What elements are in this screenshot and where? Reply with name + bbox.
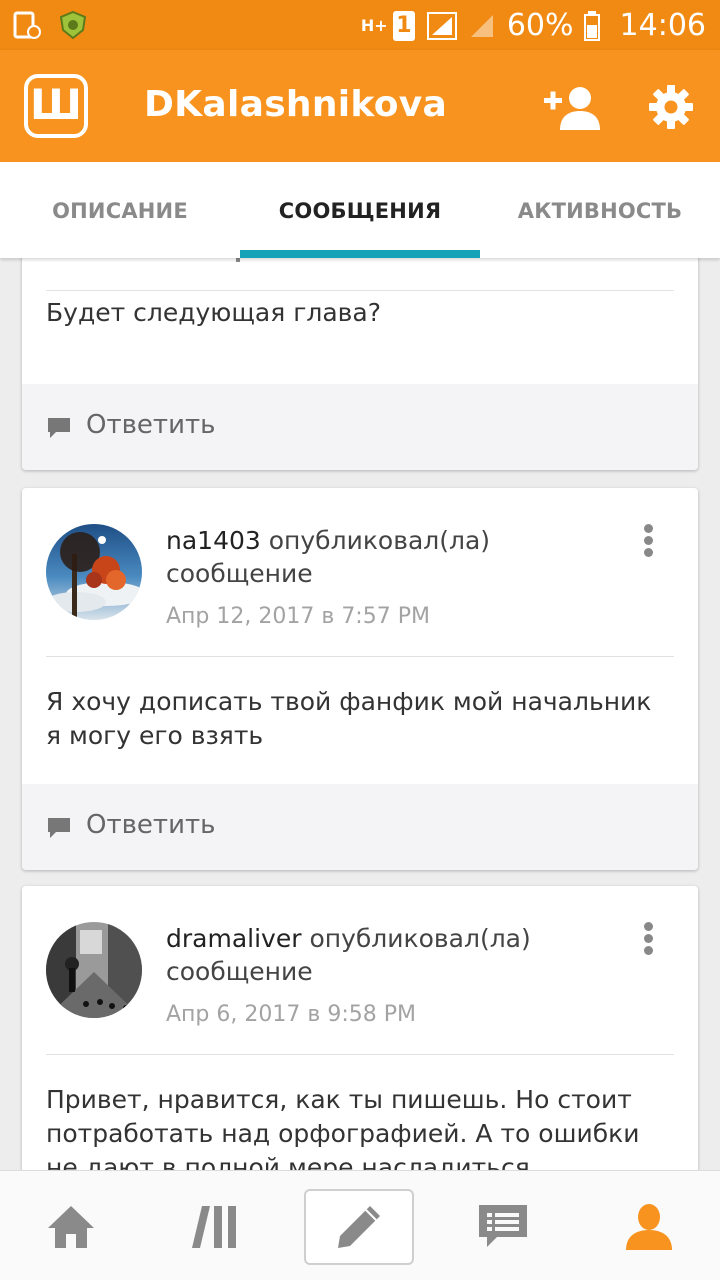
speech-bubble-icon [48,818,70,838]
tab-messages[interactable]: СООБЩЕНИЯ [240,162,480,258]
message-body: Привет, нравится, как ты пишешь. Но стои… [46,1085,640,1170]
nav-messages[interactable] [448,1189,558,1265]
username-link[interactable]: na1403 [166,526,261,555]
avatar[interactable] [46,922,142,1018]
message-card: na1403 опубликовал(ла) сообщение Апр 12,… [22,488,698,870]
username-link[interactable]: dramaliver [166,924,302,953]
profile-icon [626,1204,672,1250]
speech-bubble-icon [48,418,70,438]
page-title: DKalashnikova [144,84,448,125]
gear-icon[interactable] [648,84,694,130]
network-type-label: H+ [360,15,388,35]
add-user-icon[interactable] [542,84,600,130]
nav-profile[interactable] [594,1189,704,1265]
status-bar: H+ 1 60% 14:06 [0,0,720,50]
reply-button[interactable]: Ответить [22,784,698,870]
home-icon [48,1206,94,1248]
bottom-navigation [0,1170,720,1280]
app-notification-icon [59,10,87,40]
signal-icon-2 [470,14,493,37]
logo-letter: Ш [30,80,82,129]
tab-activity[interactable]: АКТИВНОСТЬ [480,162,720,258]
messages-icon [479,1205,527,1247]
app-bar: Ш DKalashnikova [0,50,720,162]
post-date: Апр 6, 2017 в 9:58 PM [166,1002,416,1027]
tab-bar: ОПИСАНИЕ СООБЩЕНИЯ АКТИВНОСТЬ [0,162,720,258]
tab-indicator [240,250,480,258]
divider [46,290,674,291]
clipped-text-fragment [236,258,240,262]
sim-badge: 1 [392,10,415,41]
message-card: Будет следующая глава? Ответить [22,258,698,470]
message-body: Я хочу дописать твой фанфик мой начальни… [46,687,652,750]
battery-percent: 60% [506,8,574,43]
wattpad-logo-icon[interactable]: Ш [24,74,88,138]
author-line: na1403 опубликовал(ла) сообщение [166,524,606,590]
write-pencil-icon [338,1206,380,1248]
author-line: dramaliver опубликовал(ла) сообщение [166,922,606,988]
reply-label: Ответить [86,410,216,440]
sd-card-icon [13,11,41,39]
reply-label: Ответить [86,810,216,840]
avatar[interactable] [46,524,142,620]
signal-icon [426,11,457,40]
vertical-dots-icon[interactable] [644,922,654,956]
nav-library[interactable] [160,1189,270,1265]
messages-feed[interactable]: Будет следующая глава? Ответить na1403 о… [0,258,720,1170]
reply-button[interactable]: Ответить [22,384,698,470]
nav-home[interactable] [16,1189,126,1265]
clock: 14:06 [619,8,706,43]
post-date: Апр 12, 2017 в 7:57 PM [166,604,430,629]
vertical-dots-icon[interactable] [644,524,654,558]
library-icon [192,1206,236,1248]
battery-icon [583,10,600,41]
nav-write[interactable] [304,1189,414,1265]
tab-description[interactable]: ОПИСАНИЕ [0,162,240,258]
message-body: Будет следующая глава? [46,298,381,327]
message-card: dramaliver опубликовал(ла) сообщение Апр… [22,886,698,1170]
